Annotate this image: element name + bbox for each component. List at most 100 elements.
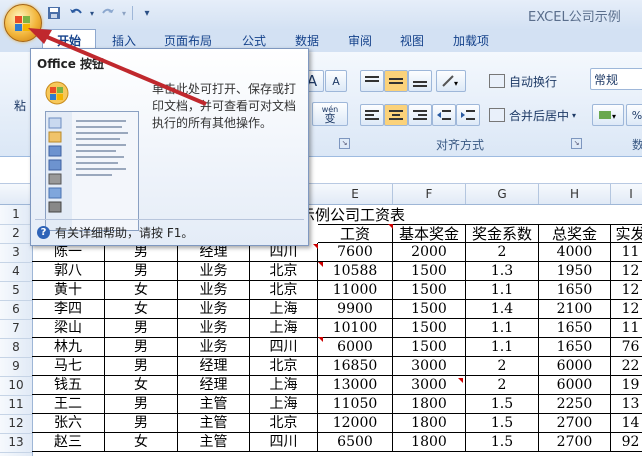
table-cell[interactable]: 男	[105, 395, 178, 414]
table-cell[interactable]: 李四	[32, 300, 105, 319]
row-header[interactable]: 10	[0, 376, 32, 396]
tab-view[interactable]: 视图	[400, 31, 424, 51]
table-cell[interactable]: 2100	[539, 300, 611, 319]
table-cell[interactable]: 北京	[250, 414, 318, 433]
table-cell[interactable]: 1.5	[466, 395, 539, 414]
merge-center-button[interactable]: 合并后居中 ▾	[486, 104, 586, 126]
table-cell[interactable]: 22	[611, 357, 642, 376]
table-cell[interactable]: 1800	[393, 414, 466, 433]
table-cell[interactable]: 北京	[250, 357, 318, 376]
table-cell[interactable]: 女	[105, 300, 178, 319]
table-cell[interactable]: 12	[611, 262, 642, 281]
table-cell[interactable]: 92	[611, 433, 642, 452]
orientation-icon[interactable]: ▾	[436, 70, 466, 92]
table-cell[interactable]: 业务	[178, 300, 250, 319]
table-cell[interactable]: 梁山	[32, 319, 105, 338]
table-cell[interactable]: 业务	[178, 319, 250, 338]
redo-icon[interactable]	[98, 4, 118, 22]
header-cell[interactable]: 总奖金	[539, 224, 611, 243]
table-cell[interactable]: 3000	[393, 376, 466, 395]
table-cell[interactable]: 1.5	[466, 433, 539, 452]
tab-review[interactable]: 审阅	[348, 31, 372, 51]
undo-dropdown-icon[interactable]: ▾	[88, 4, 96, 22]
table-cell[interactable]: 女	[105, 281, 178, 300]
table-cell[interactable]: 郭八	[32, 262, 105, 281]
table-cell[interactable]: 2700	[539, 433, 611, 452]
accounting-format-icon[interactable]: ▾	[592, 104, 624, 126]
table-cell[interactable]: 76	[611, 338, 642, 357]
header-cell[interactable]: 奖金系数	[466, 224, 539, 243]
table-cell[interactable]: 主管	[178, 414, 250, 433]
column-header[interactable]: E	[318, 184, 393, 204]
table-cell[interactable]: 2	[466, 376, 539, 395]
table-cell[interactable]: 业务	[178, 338, 250, 357]
table-cell[interactable]: 1500	[393, 262, 466, 281]
table-cell[interactable]: 黄十	[32, 281, 105, 300]
column-header[interactable]: G	[466, 184, 539, 204]
table-cell[interactable]: 1650	[539, 281, 611, 300]
table-cell[interactable]: 19	[611, 376, 642, 395]
table-cell[interactable]: 16850	[318, 357, 393, 376]
redo-dropdown-icon[interactable]: ▾	[120, 4, 128, 22]
table-cell[interactable]: 6000	[539, 357, 611, 376]
table-cell[interactable]: 经理	[178, 357, 250, 376]
undo-icon[interactable]	[66, 4, 86, 22]
table-cell[interactable]: 男	[105, 357, 178, 376]
font-dialog-launcher-icon[interactable]: ↘	[339, 138, 350, 149]
align-middle-icon[interactable]	[384, 70, 408, 92]
align-center-icon[interactable]	[384, 104, 408, 126]
table-cell[interactable]: 马七	[32, 357, 105, 376]
table-cell[interactable]: 1.1	[466, 281, 539, 300]
table-cell[interactable]: 1500	[393, 319, 466, 338]
office-button[interactable]	[4, 4, 42, 42]
table-cell[interactable]: 6500	[318, 433, 393, 452]
table-cell[interactable]: 钱五	[32, 376, 105, 395]
align-left-icon[interactable]	[360, 104, 384, 126]
align-bottom-icon[interactable]	[408, 70, 432, 92]
header-cell[interactable]: 基本奖金	[393, 224, 466, 243]
row-header[interactable]: 12	[0, 414, 32, 434]
table-cell[interactable]: 上海	[250, 395, 318, 414]
header-cell[interactable]: 实发	[611, 224, 642, 243]
table-cell[interactable]: 1500	[393, 300, 466, 319]
header-cell[interactable]: 工资	[318, 224, 393, 243]
table-cell[interactable]: 1500	[393, 338, 466, 357]
table-cell[interactable]: 1650	[539, 338, 611, 357]
percent-button[interactable]: %	[626, 104, 642, 126]
table-cell[interactable]: 12000	[318, 414, 393, 433]
customize-icon[interactable]: ▾	[137, 4, 157, 22]
table-cell[interactable]: 北京	[250, 281, 318, 300]
table-cell[interactable]: 1800	[393, 433, 466, 452]
table-cell[interactable]: 2700	[539, 414, 611, 433]
table-cell[interactable]: 男	[105, 338, 178, 357]
row-header[interactable]: 4	[0, 262, 32, 282]
table-cell[interactable]: 2000	[393, 243, 466, 262]
table-cell[interactable]: 经理	[178, 376, 250, 395]
table-cell[interactable]: 10588	[318, 262, 393, 281]
table-cell[interactable]: 1.5	[466, 414, 539, 433]
row-header[interactable]: 6	[0, 300, 32, 320]
row-header[interactable]: 3	[0, 243, 32, 263]
table-cell[interactable]: 上海	[250, 376, 318, 395]
table-cell[interactable]: 四川	[250, 433, 318, 452]
row-header[interactable]: 8	[0, 338, 32, 358]
tab-addins[interactable]: 加载项	[453, 31, 489, 51]
table-cell[interactable]: 10100	[318, 319, 393, 338]
table-cell[interactable]: 14	[611, 414, 642, 433]
table-cell[interactable]: 1.1	[466, 338, 539, 357]
table-cell[interactable]: 1500	[393, 281, 466, 300]
table-cell[interactable]: 11	[611, 243, 642, 262]
table-cell[interactable]: 2	[466, 357, 539, 376]
column-header[interactable]: I	[611, 184, 642, 204]
sheet-title[interactable]: 示例公司工资表	[300, 204, 405, 225]
table-cell[interactable]: 4000	[539, 243, 611, 262]
table-cell[interactable]: 11	[611, 319, 642, 338]
column-header[interactable]: F	[393, 184, 466, 204]
table-cell[interactable]: 12	[611, 300, 642, 319]
table-cell[interactable]: 13	[611, 395, 642, 414]
table-cell[interactable]: 6000	[318, 338, 393, 357]
table-cell[interactable]: 林九	[32, 338, 105, 357]
table-cell[interactable]: 主管	[178, 433, 250, 452]
table-cell[interactable]: 业务	[178, 262, 250, 281]
table-cell[interactable]: 1.1	[466, 319, 539, 338]
